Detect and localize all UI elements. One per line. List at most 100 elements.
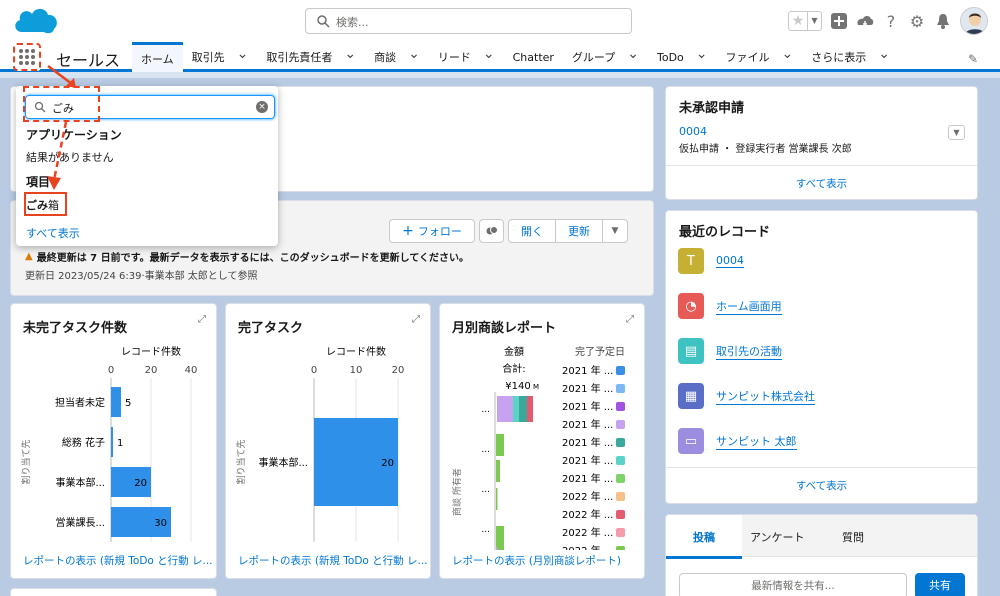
expand-icon[interactable]: ⤢ — [198, 314, 206, 325]
open-tasks-report-link[interactable]: レポートの表示 (新規 ToDo と行動 レ... — [23, 553, 213, 568]
category-label: 事業本部... — [258, 456, 308, 469]
recent-record-link[interactable]: 取引先の活動 — [716, 343, 782, 360]
tab-9[interactable]: さらに表示 ⌄ — [802, 42, 899, 72]
open-button[interactable]: 開く — [508, 219, 556, 243]
tab-3[interactable]: 商談 ⌄ — [365, 42, 429, 72]
category-label: ... — [481, 445, 490, 455]
amount-value: ¥140 — [505, 381, 530, 392]
bell-icon[interactable] — [934, 12, 952, 30]
refresh-button[interactable]: 更新 — [555, 219, 603, 243]
global-header: 検索... ★ ▼ ? ⚙ — [0, 0, 1000, 42]
legend-swatch — [616, 546, 625, 550]
chevron-down-icon[interactable]: ⌄ — [696, 46, 708, 62]
favorites-button[interactable]: ★ ▼ — [788, 11, 822, 31]
subscribe-button[interactable] — [479, 219, 504, 243]
bar-segment — [496, 488, 498, 510]
recent-record-link[interactable]: サンピット株式会社 — [716, 388, 815, 405]
tab-8[interactable]: ファイル ⌄ — [717, 42, 803, 72]
bar-segment — [497, 396, 513, 422]
legend-swatch — [616, 384, 625, 393]
tab-2[interactable]: 取引先責任者 ⌄ — [257, 42, 365, 72]
recent-record-link[interactable]: 0004 — [716, 254, 744, 268]
follow-label: フォロー — [417, 225, 462, 238]
tab-label: 取引先責任者 — [266, 51, 333, 64]
global-search[interactable]: 検索... — [305, 8, 632, 34]
user-avatar[interactable] — [960, 7, 988, 35]
tab-4[interactable]: リード ⌄ — [429, 42, 504, 72]
tab-6[interactable]: グループ ⌄ — [563, 42, 648, 72]
bar-segment — [496, 434, 504, 456]
monthly-opps-report-link[interactable]: レポートの表示 (月別商談レポート) — [452, 553, 621, 568]
chevron-down-icon[interactable]: ⌄ — [483, 46, 495, 62]
legend-label: 2022 年 ... — [562, 490, 613, 503]
amount-label: 金額 — [504, 345, 524, 358]
tab-7[interactable]: ToDo ⌄ — [648, 42, 717, 72]
help-icon[interactable]: ? — [882, 12, 900, 31]
expand-icon[interactable]: ⤢ — [412, 314, 420, 325]
amount-label: 合計: — [502, 362, 525, 375]
tab-0[interactable]: ホーム — [132, 42, 183, 72]
gear-icon[interactable]: ⚙ — [908, 12, 926, 31]
follow-button[interactable]: + フォロー — [389, 219, 475, 243]
legend-swatch — [616, 402, 625, 411]
feed-share-input[interactable]: 最新情報を共有... — [679, 573, 907, 596]
pending-view-all-link[interactable]: すべて表示 — [666, 176, 977, 191]
recent-record-row[interactable]: ▭ サンピット 太郎 — [678, 428, 797, 454]
recent-record-row[interactable]: T 0004 — [678, 248, 744, 274]
chevron-down-icon[interactable]: ⌄ — [237, 46, 249, 62]
recent-record-link[interactable]: サンピット 太郎 — [716, 433, 797, 450]
tab-question[interactable]: 質問 — [842, 529, 864, 545]
tab-post[interactable]: 投稿 — [666, 515, 742, 559]
category-label: ... — [481, 525, 490, 535]
completed-tasks-card: 完了タスク ⤢ レコード件数 0 10 20 事業本部... 20 割り当て先 レポートの表… — [225, 303, 431, 579]
global-add-icon[interactable] — [830, 12, 848, 30]
recent-records-card: 最近のレコード T 0004 ◔ ホーム画面用 ▤ 取引先の活動 ▦ サンピット株式会社 ▭ サン… — [665, 210, 978, 504]
nav-shadow — [0, 72, 1000, 78]
recent-record-row[interactable]: ◔ ホーム画面用 — [678, 293, 782, 319]
data-label: 1 — [117, 438, 123, 449]
data-label: 30 — [154, 518, 167, 529]
y-axis-title: 割り当て先 — [20, 439, 32, 484]
legend-label: 2021 年 ... — [562, 364, 613, 377]
nav-tabs: ホーム 取引先 ⌄ 取引先責任者 ⌄ 商談 ⌄ リード ⌄ Chatter グループ ⌄ ToDo ⌄ ファ… — [132, 42, 899, 72]
tab-label: ホーム — [141, 52, 174, 66]
legend-swatch — [616, 438, 625, 447]
edit-nav-icon[interactable]: ✎ — [968, 52, 978, 66]
bar-segment — [496, 526, 504, 550]
category-label: 営業課長... — [55, 516, 105, 529]
completed-tasks-report-link[interactable]: レポートの表示 (新規 ToDo と行動 レ... — [238, 553, 428, 568]
tab-5[interactable]: Chatter — [504, 42, 563, 72]
chevron-down-icon[interactable]: ⌄ — [344, 46, 356, 62]
row-actions-dropdown[interactable]: ▼ — [948, 125, 965, 140]
chevron-down-icon[interactable]: ⌄ — [782, 46, 794, 62]
share-button[interactable]: 共有 — [915, 573, 965, 596]
chevron-down-icon[interactable]: ⌄ — [627, 46, 639, 62]
annotation-arrow-2 — [47, 121, 68, 190]
chevron-down-icon[interactable]: ▼ — [807, 12, 821, 30]
monthly-opps-card: 月別商談レポート ⤢ 金額 合計: ¥140 M 完了予定日............ 商談… — [439, 303, 645, 579]
expand-icon[interactable]: ⤢ — [626, 314, 634, 325]
tab-poll[interactable]: アンケート — [750, 529, 805, 545]
y-axis-title: 割り当て先 — [235, 439, 247, 484]
more-actions-button[interactable]: ▼ — [602, 219, 628, 243]
salesforce-cloud-logo[interactable] — [12, 4, 60, 36]
chevron-down-icon[interactable]: ⌄ — [408, 46, 420, 62]
recent-record-row[interactable]: ▤ 取引先の活動 — [678, 338, 782, 364]
tab-post-label: 投稿 — [693, 531, 715, 544]
tab-1[interactable]: 取引先 ⌄ — [183, 42, 258, 72]
recent-view-all-link[interactable]: すべて表示 — [666, 478, 977, 493]
pending-item-link[interactable]: 0004 — [679, 125, 707, 138]
recent-record-row[interactable]: ▦ サンピット株式会社 — [678, 383, 815, 409]
monthly-opps-title: 月別商談レポート — [452, 321, 557, 336]
x-tick-label: 20 — [145, 365, 158, 376]
app-launcher-button[interactable] — [13, 43, 41, 71]
recent-record-link[interactable]: ホーム画面用 — [716, 298, 782, 315]
annotation-arrow-1 — [47, 65, 76, 88]
legend-swatch — [616, 474, 625, 483]
warning-text: 最終更新は 7 日前です。最新データを表示するには、このダッシュボードを更新して… — [36, 253, 470, 264]
x-tick-label: 0 — [108, 365, 114, 376]
chevron-down-icon[interactable]: ⌄ — [878, 46, 890, 62]
clear-icon[interactable]: × — [256, 101, 268, 113]
launcher-view-all-link[interactable]: すべて表示 — [26, 225, 80, 241]
trailhead-icon[interactable] — [856, 12, 874, 30]
